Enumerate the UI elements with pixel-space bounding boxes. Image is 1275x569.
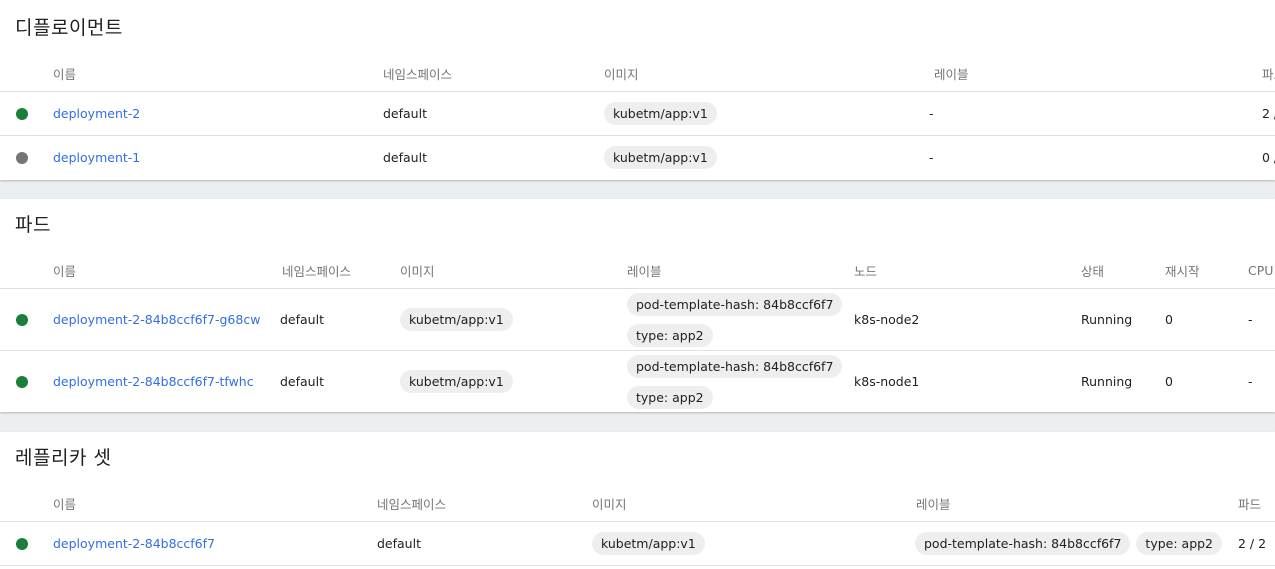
status-running-icon	[16, 538, 28, 550]
restarts-cell: 0	[1165, 312, 1173, 327]
column-header-namespace[interactable]: 네임스페이스	[282, 252, 351, 288]
namespace-cell: default	[280, 374, 324, 389]
labels-cell: pod-template-hash: 84b8ccf6f7 type: app2	[627, 351, 848, 412]
label-chip: pod-template-hash: 84b8ccf6f7	[627, 354, 843, 378]
image-chip: kubetm/app:v1	[592, 532, 705, 555]
table-row: deployment-2-84b8ccf6f7-g68cw default ku…	[0, 289, 1275, 351]
namespace-cell: default	[280, 312, 324, 327]
image-chip: kubetm/app:v1	[400, 370, 513, 393]
replicasets-header-row: 이름 네임스페이스 이미지 레이블 파드	[0, 485, 1275, 522]
column-header-restarts[interactable]: 재시작	[1165, 252, 1200, 288]
label-chip: type: app2	[627, 323, 713, 347]
pods-cell: 0 / 0	[1262, 150, 1275, 165]
column-header-labels: 레이블	[934, 66, 969, 82]
label-chip: type: app2	[627, 385, 713, 409]
status-running-icon	[16, 108, 28, 120]
namespace-cell: default	[377, 536, 421, 551]
pods-card: 파드 이름 네임스페이스 이미지 레이블 노드 상태 재시작 CPU deplo…	[0, 199, 1275, 412]
table-row: deployment-1 default kubetm/app:v1 - 0 /…	[0, 136, 1275, 179]
restarts-cell: 0	[1165, 374, 1173, 389]
column-header-image: 이미지	[592, 496, 627, 512]
column-header-name[interactable]: 이름	[53, 252, 76, 288]
replicasets-card: 레플리카 셋 이름 네임스페이스 이미지 레이블 파드 deployment-2…	[0, 432, 1275, 569]
replicasets-title: 레플리카 셋	[15, 447, 112, 469]
column-header-pods: 파드	[1262, 66, 1275, 82]
label-chip: type: app2	[1136, 532, 1223, 555]
labels-cell: -	[929, 150, 934, 165]
namespace-cell: default	[383, 106, 427, 121]
cpu-cell: -	[1248, 312, 1253, 327]
state-cell: Running	[1081, 374, 1133, 389]
pods-cell: 2 / 2	[1262, 106, 1275, 121]
column-header-name[interactable]: 이름	[53, 485, 76, 521]
cpu-cell: -	[1248, 374, 1253, 389]
column-header-image: 이미지	[604, 66, 639, 82]
table-row: deployment-2-84b8ccf6f7 default kubetm/a…	[0, 522, 1275, 566]
column-header-namespace[interactable]: 네임스페이스	[383, 55, 452, 91]
image-chip: kubetm/app:v1	[400, 308, 513, 331]
pods-title: 파드	[15, 214, 51, 236]
replicaset-name-link[interactable]: deployment-2-84b8ccf6f7	[53, 536, 215, 551]
status-running-icon	[16, 314, 28, 326]
pod-name-link[interactable]: deployment-2-84b8ccf6f7-tfwhc	[53, 374, 254, 389]
status-inactive-icon	[16, 152, 28, 164]
image-chip: kubetm/app:v1	[604, 146, 717, 169]
table-row: deployment-2-84b8ccf6f7-tfwhc default ku…	[0, 351, 1275, 412]
deployments-card: 디플로이먼트 이름 네임스페이스 이미지 레이블 파드 deployment-2…	[0, 0, 1275, 180]
column-header-cpu[interactable]: CPU	[1248, 252, 1273, 288]
node-cell: k8s-node2	[854, 312, 920, 327]
column-header-labels: 레이블	[627, 263, 662, 279]
column-header-name[interactable]: 이름	[53, 55, 76, 91]
node-cell: k8s-node1	[854, 374, 920, 389]
deployments-title: 디플로이먼트	[15, 17, 123, 39]
pods-cell: 2 / 2	[1238, 536, 1267, 551]
column-header-node[interactable]: 노드	[854, 252, 877, 288]
column-header-labels: 레이블	[916, 496, 951, 512]
deployment-name-link[interactable]: deployment-1	[53, 150, 140, 165]
labels-cell: pod-template-hash: 84b8ccf6f7 type: app2	[915, 522, 1228, 565]
column-header-image: 이미지	[400, 263, 435, 279]
labels-cell: pod-template-hash: 84b8ccf6f7 type: app2	[627, 289, 848, 350]
deployment-name-link[interactable]: deployment-2	[53, 106, 140, 121]
labels-cell: -	[929, 106, 934, 121]
label-chip: pod-template-hash: 84b8ccf6f7	[627, 292, 843, 316]
state-cell: Running	[1081, 312, 1133, 327]
column-header-state[interactable]: 상태	[1081, 252, 1104, 288]
table-row: deployment-2 default kubetm/app:v1 - 2 /…	[0, 92, 1275, 136]
pods-header-row: 이름 네임스페이스 이미지 레이블 노드 상태 재시작 CPU	[0, 252, 1275, 289]
image-chip: kubetm/app:v1	[604, 102, 717, 125]
column-header-pods: 파드	[1238, 496, 1262, 512]
pod-name-link[interactable]: deployment-2-84b8ccf6f7-g68cw	[53, 312, 260, 327]
column-header-namespace[interactable]: 네임스페이스	[377, 485, 446, 521]
namespace-cell: default	[383, 150, 427, 165]
deployments-header-row: 이름 네임스페이스 이미지 레이블 파드	[0, 55, 1275, 92]
status-running-icon	[16, 376, 28, 388]
label-chip: pod-template-hash: 84b8ccf6f7	[915, 532, 1131, 555]
